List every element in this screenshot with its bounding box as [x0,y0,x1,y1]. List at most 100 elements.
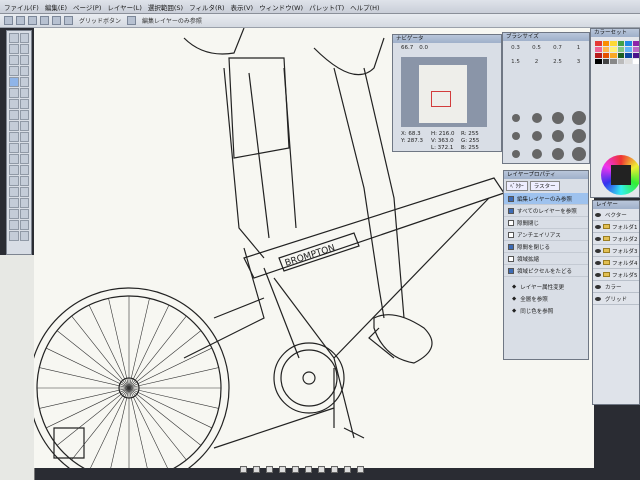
tool-button[interactable] [19,176,29,186]
property-checkbox[interactable] [508,207,514,214]
brush-preset[interactable] [531,113,542,123]
menu-item-6[interactable]: 表示(V) [231,2,254,12]
color-wheel[interactable] [601,155,639,195]
canvas-control-button[interactable] [279,466,286,473]
color-swatch[interactable] [625,59,632,64]
tool-button[interactable] [19,209,29,219]
tool-button[interactable] [9,55,19,65]
color-swatch[interactable] [595,47,602,52]
tool-button[interactable] [19,165,29,175]
property-row[interactable]: すべてのレイヤーを参照 [504,205,588,217]
tool-button[interactable] [19,231,29,241]
eye-icon[interactable] [595,236,601,241]
brush-size-option[interactable]: 0.3 [507,45,524,51]
menu-item-4[interactable]: 選択範囲(S) [148,2,183,12]
tool-button[interactable] [19,132,29,142]
new-button[interactable] [4,16,13,25]
brush-size-option[interactable]: 3 [570,59,587,65]
brush-size-option[interactable]: 2 [528,59,545,65]
brush-size-option[interactable]: 1.5 [507,59,524,65]
property-tab[interactable]: ラスター [529,181,560,191]
menu-item-3[interactable]: レイヤー(L) [107,2,142,12]
color-swatch[interactable] [602,53,609,58]
brush-preset[interactable] [551,130,564,142]
tool-button[interactable] [19,121,29,131]
property-row[interactable]: 隙間閉じ [504,217,588,229]
brush-preset[interactable] [531,149,542,159]
color-swatch[interactable] [602,41,609,46]
brush-preset[interactable] [551,112,564,124]
tool-button[interactable] [9,88,19,98]
color-swatch[interactable] [632,47,639,52]
reference-mode[interactable]: 編集レイヤーのみ参照 [139,16,205,25]
property-row[interactable]: 隙間を閉じる [504,241,588,253]
color-swatch[interactable] [595,53,602,58]
canvas-control-button[interactable] [331,466,338,473]
brush-size-option[interactable]: 1 [570,45,587,51]
layer-row[interactable]: フォルダ2 [593,233,639,245]
tool-button[interactable] [19,66,29,76]
color-swatch[interactable] [632,53,639,58]
menu-item-5[interactable]: フィルタ(R) [189,2,224,12]
tool-button[interactable] [9,143,19,153]
brush-preset[interactable] [511,132,520,140]
tool-button[interactable] [9,165,19,175]
eye-icon[interactable] [595,296,601,301]
zoom-value[interactable]: 66.7 [401,45,413,51]
menu-item-8[interactable]: パレット(T) [309,2,344,12]
eye-icon[interactable] [595,248,601,253]
grid-toggle[interactable]: グリッドボタン [76,16,124,25]
canvas-control-button[interactable] [266,466,273,473]
property-row[interactable]: 編集レイヤーのみ参照 [504,193,588,205]
color-swatch[interactable] [610,59,617,64]
color-swatch[interactable] [625,53,632,58]
canvas-control-button[interactable] [305,466,312,473]
canvas-control-button[interactable] [344,466,351,473]
brush-size-option[interactable]: 2.5 [549,59,566,65]
color-wheel-area[interactable] [591,137,639,197]
property-checkbox[interactable] [508,255,514,262]
tool-button[interactable] [9,110,19,120]
tool-button[interactable] [9,187,19,197]
color-swatch[interactable] [632,59,639,64]
tool-button[interactable] [9,176,19,186]
tool-button[interactable] [19,77,29,87]
undo-button[interactable] [40,16,49,25]
color-swatch[interactable] [595,59,602,64]
layer-row[interactable]: グリッド [593,293,639,305]
redo-button[interactable] [52,16,61,25]
brush-preset[interactable] [571,147,586,161]
menu-item-2[interactable]: ページ(P) [73,2,101,12]
canvas-control-button[interactable] [318,466,325,473]
property-row[interactable]: 領域拡縮 [504,253,588,265]
tool-button[interactable] [19,143,29,153]
brush-size-option[interactable]: 0.5 [528,45,545,51]
ref-button[interactable] [127,16,137,25]
brush-preset[interactable] [511,114,520,122]
tool-button[interactable] [9,77,19,87]
tool-button[interactable] [9,231,19,241]
canvas-control-button[interactable] [240,466,247,473]
tool-button[interactable] [9,66,19,76]
property-row[interactable]: 領域ピクセルをたどる [504,265,588,277]
color-swatch[interactable] [632,41,639,46]
menu-item-9[interactable]: ヘルプ(H) [350,2,379,12]
eye-icon[interactable] [595,272,601,277]
layer-row[interactable]: ベクター [593,209,639,221]
view-rect[interactable] [431,91,451,107]
rotate-value[interactable]: 0.0 [419,45,428,51]
layer-row[interactable]: フォルダ3 [593,245,639,257]
tool-button[interactable] [9,44,19,54]
property-checkbox[interactable] [508,267,514,274]
property-action[interactable]: ◆ レイヤー属性変更 [504,281,588,293]
save-button[interactable] [28,16,37,25]
color-swatch[interactable] [610,47,617,52]
tool-button[interactable] [9,198,19,208]
tool-button[interactable] [19,88,29,98]
tool-button[interactable] [19,55,29,65]
property-checkbox[interactable] [508,195,514,202]
color-swatch[interactable] [602,59,609,64]
brush-preset[interactable] [511,150,520,158]
open-button[interactable] [16,16,25,25]
property-action[interactable]: ◆ 全層を参照 [504,293,588,305]
